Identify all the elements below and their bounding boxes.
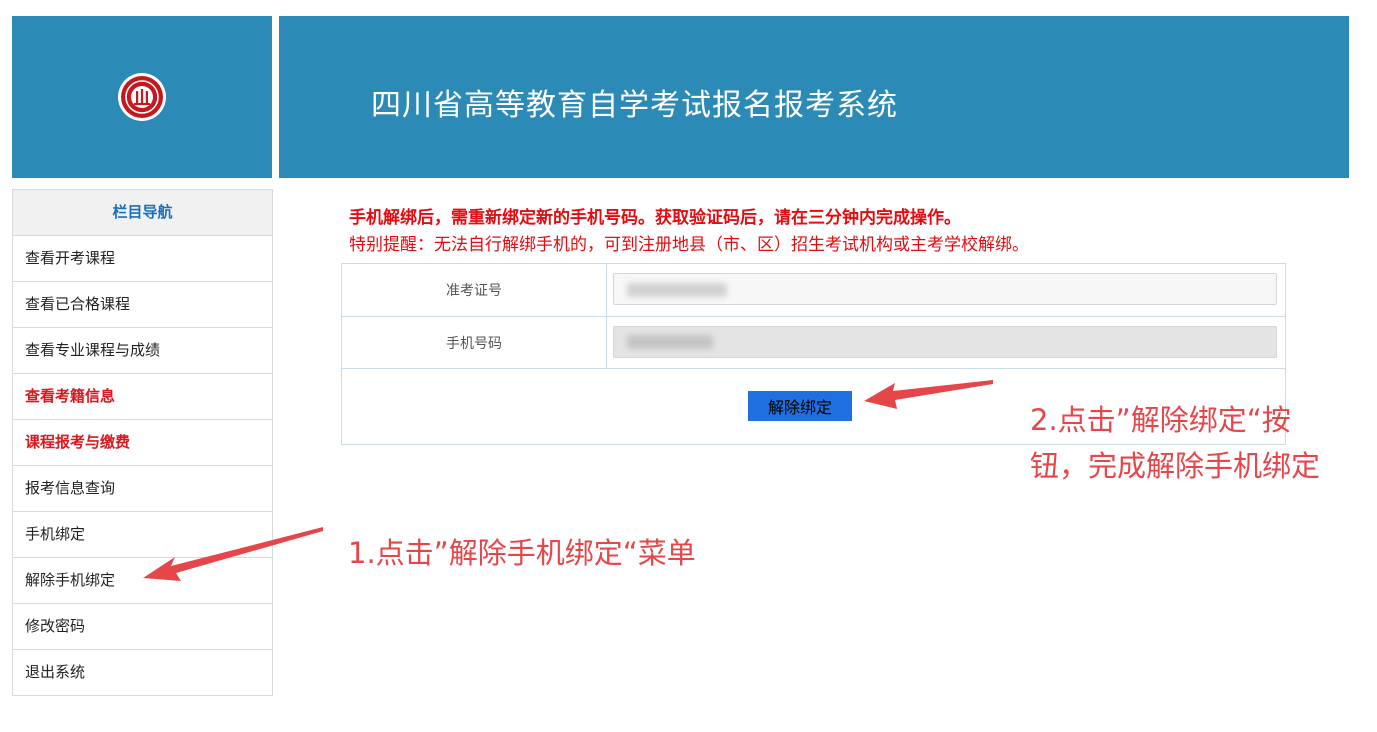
arrow-to-sidebar-icon [143, 527, 323, 581]
arrow-to-button-icon [864, 380, 993, 409]
annotation-arrows [143, 380, 993, 581]
